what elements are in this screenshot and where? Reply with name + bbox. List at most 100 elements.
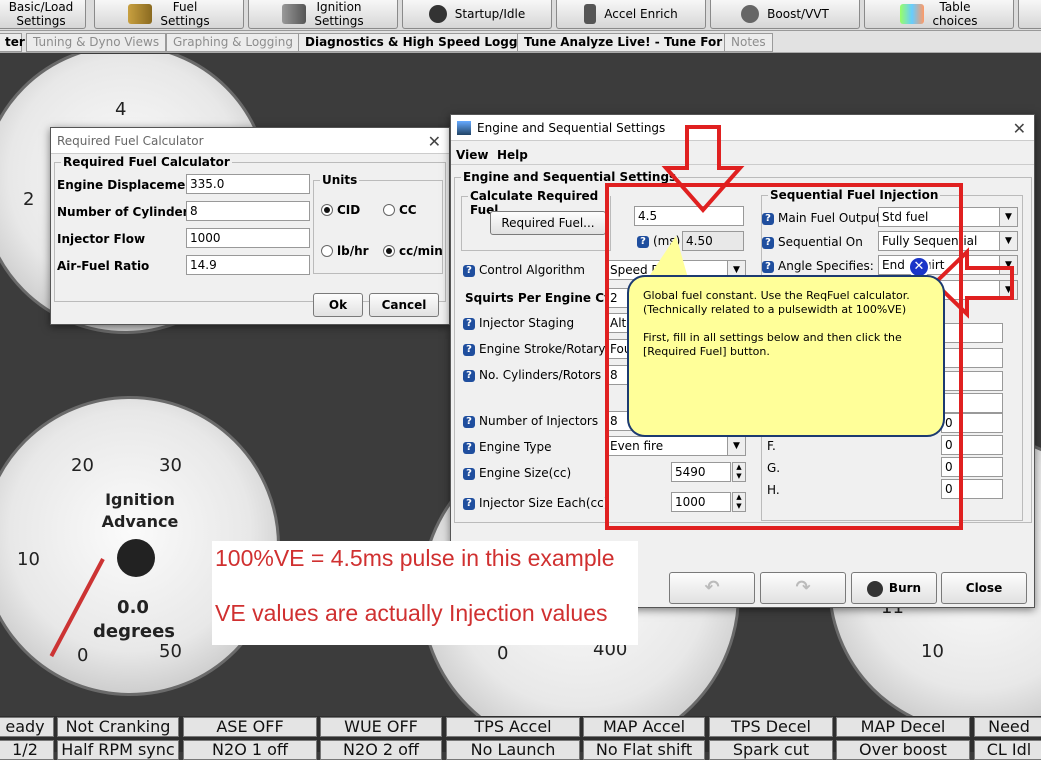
tab-notes[interactable]: Notes (724, 33, 773, 52)
callout-line: First, fill in all settings below and th… (643, 331, 902, 344)
main-toolbar: Basic/Load Settings Fuel Settings Igniti… (0, 0, 1041, 31)
status-indicator: WUE OFF (320, 717, 442, 737)
tab-graphing-logging[interactable]: Graphing & Logging (166, 33, 300, 52)
status-indicator: N2O 2 off (320, 740, 442, 760)
lb-hr-radio[interactable] (321, 245, 333, 257)
help-icon[interactable]: ? (463, 369, 475, 382)
undo-button[interactable]: ↶ (669, 572, 755, 604)
gauge-tick: 2 (23, 189, 35, 210)
status-indicator: CL Idl (974, 740, 1041, 760)
status-indicator: No Flat shift (583, 740, 705, 760)
toolbar-label: Fuel Settings (160, 0, 210, 28)
close-icon[interactable]: ✕ (1013, 119, 1026, 138)
burn-button[interactable]: Burn (851, 572, 937, 604)
flame-icon (866, 580, 883, 597)
help-icon[interactable]: ? (463, 441, 475, 454)
required-fuel-button[interactable]: Required Fuel... (490, 211, 606, 235)
field-label: Engine Displacement (57, 178, 200, 192)
ignition-settings-button[interactable]: Ignition Settings (248, 0, 398, 29)
gauge-hub (117, 539, 155, 577)
help-icon[interactable]: ? (463, 264, 475, 277)
gauge-tick: 0 (497, 643, 509, 664)
cc-min-radio[interactable] (383, 245, 395, 257)
toolbar-label: Basic/Load Settings (8, 0, 74, 28)
group-label: Units (320, 173, 360, 187)
tab-diagnostics[interactable]: Diagnostics & High Speed Loggers (298, 33, 546, 52)
label-text: Number of Injectors (479, 414, 599, 428)
cylinders-input[interactable]: 8 (186, 201, 310, 221)
field-label: ? Engine Type (463, 440, 552, 454)
gauge-tick: 50 (159, 641, 182, 662)
cc-radio[interactable] (383, 204, 395, 216)
label-text: Engine Type (479, 440, 552, 454)
ok-button[interactable]: Ok (313, 293, 363, 317)
tab-tuning-dyno[interactable]: Tuning & Dyno Views (26, 33, 167, 52)
required-fuel-dialog: Required Fuel Calculator ✕ Required Fuel… (50, 127, 450, 325)
accel-enrich-button[interactable]: Accel Enrich (556, 0, 706, 29)
gauge-needle (49, 558, 105, 658)
toolbar-label: Accel Enrich (604, 7, 678, 21)
injector-flow-input[interactable]: 1000 (186, 228, 310, 248)
gauge-tick: 0 (77, 645, 89, 666)
turbo-icon (741, 5, 760, 23)
status-indicator: No Launch (446, 740, 580, 760)
text-annotation: 100%VE = 4.5ms pulse in this example VE … (212, 541, 638, 645)
table-icon (900, 4, 925, 24)
fuel-settings-button[interactable]: Fuel Settings (94, 0, 244, 29)
field-label: ? Injector Size Each(cc) (463, 496, 608, 510)
close-icon[interactable]: ✕ (428, 132, 441, 151)
radio-label: CID (337, 203, 361, 217)
tab-tuner[interactable]: ter (0, 33, 25, 52)
field-label: ? Control Algorithm (463, 263, 585, 277)
menu-view[interactable]: View (456, 148, 488, 162)
dialog-titlebar: Engine and Sequential Settings ✕ (451, 115, 1034, 141)
help-callout: Global fuel constant. Use the ReqFuel ca… (627, 275, 945, 437)
app-icon (457, 120, 471, 135)
cancel-button[interactable]: Cancel (369, 293, 439, 317)
label-text: Control Algorithm (479, 263, 585, 277)
status-indicator: TPS Accel (446, 717, 580, 737)
cid-radio[interactable] (321, 204, 333, 216)
chevron-down-icon: ▼ (999, 208, 1017, 226)
undo-icon: ↶ (704, 577, 720, 598)
chevron-down-icon: ▼ (999, 256, 1017, 274)
status-indicator: eady (0, 717, 54, 737)
field-label: ? Engine Stroke/Rotary (463, 342, 605, 356)
label-text: No. Cylinders/Rotors (479, 368, 602, 382)
table-choices-button[interactable]: Table choices (864, 0, 1014, 29)
help-icon[interactable]: ? (463, 415, 475, 428)
status-indicator: MAP Accel (583, 717, 705, 737)
basic-load-settings-button[interactable]: Basic/Load Settings (0, 0, 86, 29)
toolbar-label: Startup/Idle (454, 7, 526, 21)
field-label: Injector Flow (57, 232, 146, 246)
radio-label: lb/hr (337, 244, 369, 258)
status-indicator: Half RPM sync (57, 740, 179, 760)
startup-idle-button[interactable]: Startup/Idle (402, 0, 552, 29)
gauge-tick: 10 (921, 641, 944, 662)
tab-tune-analyze[interactable]: Tune Analyze Live! - Tune For You (517, 33, 758, 52)
annotation-line: VE values are actually Injection values (215, 600, 608, 626)
gauge-value: 0.0 (117, 597, 149, 618)
label-text: Injector Staging (479, 316, 575, 330)
help-icon[interactable]: ? (463, 497, 475, 510)
menu-help[interactable]: Help (497, 148, 528, 162)
field-label: ? Engine Size(cc) (463, 466, 571, 480)
status-indicator: MAP Decel (836, 717, 970, 737)
toolbar-overflow-button[interactable] (1018, 0, 1041, 29)
boost-vvt-button[interactable]: Boost/VVT (710, 0, 860, 29)
engine-displacement-input[interactable]: 335.0 (186, 174, 310, 194)
gauge-tick: 30 (159, 455, 182, 476)
status-indicator: ASE OFF (183, 717, 317, 737)
main-tabs: ter Tuning & Dyno Views Graphing & Loggi… (0, 31, 1041, 53)
air-fuel-ratio-input[interactable]: 14.9 (186, 255, 310, 275)
status-indicator: TPS Decel (709, 717, 833, 737)
close-button[interactable]: Close (941, 572, 1027, 604)
help-icon[interactable]: ? (463, 317, 475, 330)
redo-button[interactable]: ↷ (760, 572, 846, 604)
label-text: Engine Stroke/Rotary (479, 342, 606, 356)
help-icon[interactable]: ? (463, 467, 475, 480)
redo-icon: ↷ (795, 577, 811, 598)
group-label: Required Fuel Calculator (61, 155, 232, 169)
help-icon[interactable]: ? (463, 343, 475, 356)
dialog-titlebar: Required Fuel Calculator ✕ (51, 128, 449, 154)
